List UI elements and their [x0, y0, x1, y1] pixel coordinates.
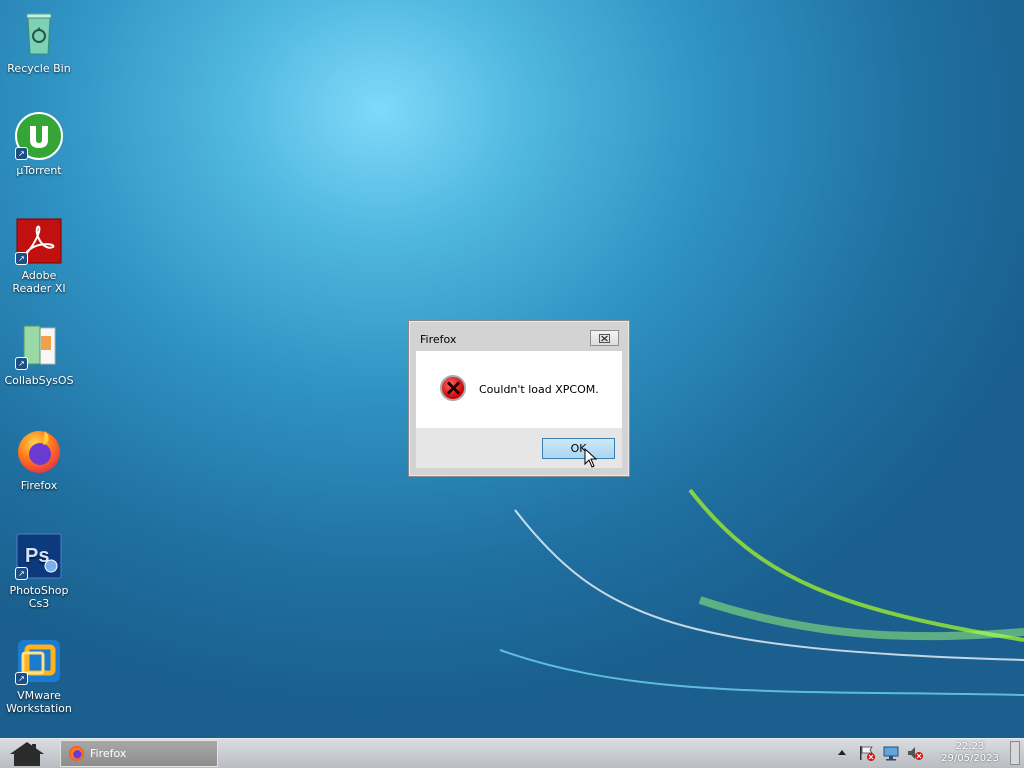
action-center-flag-icon[interactable]	[858, 745, 876, 761]
dialog-close-button[interactable]	[590, 330, 619, 346]
utorrent-icon: ↗	[15, 112, 63, 160]
desktop-icon-firefox[interactable]: Firefox	[0, 427, 78, 492]
shortcut-arrow-icon: ↗	[15, 567, 28, 580]
desktop-icon-label: Adobe Reader XI	[12, 269, 66, 295]
recycle-bin-icon	[15, 10, 63, 58]
dialog-body: Couldn't load XPCOM.	[416, 351, 622, 428]
photoshop-icon: Ps ↗	[15, 532, 63, 580]
shortcut-arrow-icon: ↗	[15, 147, 28, 160]
desktop: Recycle Bin ↗ µTorrent ↗ Adobe Reader XI	[0, 0, 1024, 738]
clock[interactable]: 22:23 29/05/2023	[938, 741, 1002, 765]
ok-button[interactable]: OK	[542, 438, 615, 459]
desktop-icon-adobe-reader[interactable]: ↗ Adobe Reader XI	[0, 217, 78, 295]
shortcut-arrow-icon: ↗	[15, 252, 28, 265]
shortcut-arrow-icon: ↗	[15, 357, 28, 370]
vmware-icon: ↗	[15, 637, 63, 685]
clock-date: 29/05/2023	[941, 753, 999, 764]
error-icon	[440, 375, 466, 401]
desktop-icon-recycle-bin[interactable]: Recycle Bin	[0, 10, 78, 75]
desktop-icon-label: VMware Workstation	[6, 689, 72, 715]
collabsysos-icon: ↗	[15, 322, 63, 370]
taskbar: Firefox 22:23 29/05/2023	[0, 738, 1024, 768]
mouse-cursor-icon	[584, 448, 598, 468]
desktop-icon-label: µTorrent	[16, 164, 62, 177]
chevron-up-icon[interactable]	[836, 745, 848, 761]
network-icon[interactable]	[882, 745, 900, 761]
close-icon	[599, 333, 610, 343]
desktop-icon-collabsysos[interactable]: ↗ CollabSysOS	[0, 322, 78, 387]
desktop-icon-label: Firefox	[20, 479, 58, 492]
desktop-icon-utorrent[interactable]: ↗ µTorrent	[0, 112, 78, 177]
shortcut-arrow-icon: ↗	[15, 672, 28, 685]
home-icon	[10, 742, 44, 766]
taskbar-item-firefox[interactable]: Firefox	[60, 740, 218, 767]
start-button[interactable]	[6, 740, 48, 767]
adobe-reader-icon: ↗	[15, 217, 63, 265]
taskbar-item-label: Firefox	[90, 747, 127, 760]
desktop-icon-label: PhotoShop Cs3	[9, 584, 69, 610]
dialog-message: Couldn't load XPCOM.	[479, 383, 599, 396]
firefox-icon	[15, 427, 63, 475]
desktop-icon-vmware[interactable]: ↗ VMware Workstation	[0, 637, 78, 715]
desktop-icon-label: Recycle Bin	[7, 62, 71, 75]
firefox-icon	[69, 746, 84, 761]
desktop-icon-label: CollabSysOS	[4, 374, 74, 387]
dialog-title: Firefox	[420, 333, 457, 346]
desktop-icon-photoshop[interactable]: Ps ↗ PhotoShop Cs3	[0, 532, 78, 610]
volume-muted-icon[interactable]	[906, 745, 924, 761]
clock-time: 22:23	[955, 741, 985, 752]
show-desktop-button[interactable]	[1010, 741, 1020, 765]
